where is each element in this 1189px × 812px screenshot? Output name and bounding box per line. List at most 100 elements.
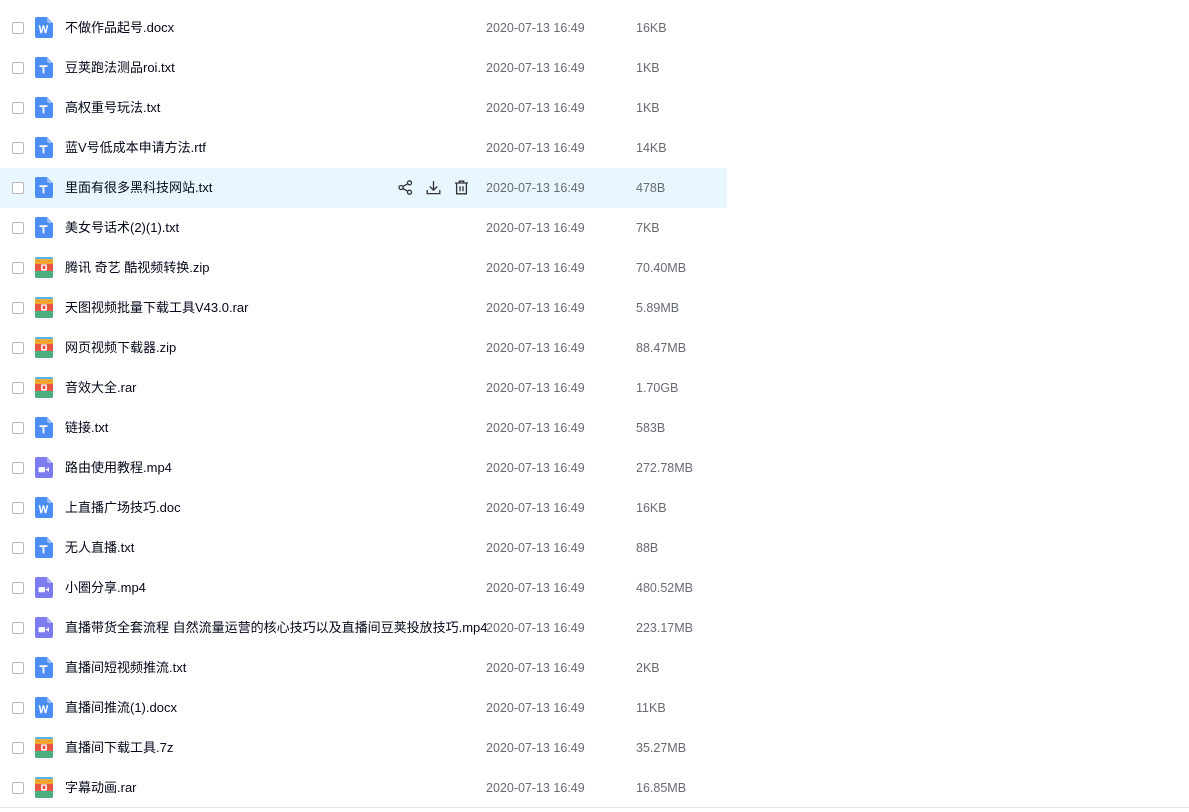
- video-file-icon: [35, 577, 53, 598]
- text-file-icon: [35, 417, 53, 438]
- file-row[interactable]: 高权重号玩法.txt 2020-07-13 16:49 1KB: [0, 88, 727, 128]
- word-doc-icon: [35, 497, 53, 518]
- file-modified-date: 2020-07-13 16:49: [486, 21, 585, 35]
- file-row[interactable]: 直播间短视频推流.txt 2020-07-13 16:49 2KB: [0, 648, 727, 688]
- row-checkbox[interactable]: [12, 422, 24, 434]
- file-name[interactable]: 天图视频批量下载工具V43.0.rar: [65, 299, 248, 317]
- file-modified-date: 2020-07-13 16:49: [486, 661, 585, 675]
- file-row[interactable]: 音效大全.rar 2020-07-13 16:49 1.70GB: [0, 368, 727, 408]
- file-modified-date: 2020-07-13 16:49: [486, 421, 585, 435]
- row-checkbox[interactable]: [12, 262, 24, 274]
- row-actions: [397, 179, 470, 196]
- file-name[interactable]: 字幕动画.rar: [65, 779, 137, 797]
- file-row[interactable]: 蓝V号低成本申请方法.rtf 2020-07-13 16:49 14KB: [0, 128, 727, 168]
- bottom-divider: [0, 807, 1189, 808]
- file-row[interactable]: 里面有很多黑科技网站.txt 2020-07-13 16:49 478B: [0, 168, 727, 208]
- file-row[interactable]: 无人直播.txt 2020-07-13 16:49 88B: [0, 528, 727, 568]
- video-file-icon: [35, 457, 53, 478]
- file-row[interactable]: 腾讯 奇艺 酷视频转换.zip 2020-07-13 16:49 70.40MB: [0, 248, 727, 288]
- file-row[interactable]: 小圈分享.mp4 2020-07-13 16:49 480.52MB: [0, 568, 727, 608]
- file-name[interactable]: 直播间下载工具.7z: [65, 739, 173, 757]
- row-checkbox[interactable]: [12, 222, 24, 234]
- archive-file-icon: [35, 337, 53, 358]
- file-name[interactable]: 直播间推流(1).docx: [65, 699, 177, 717]
- row-checkbox[interactable]: [12, 182, 24, 194]
- file-row[interactable]: 链接.txt 2020-07-13 16:49 583B: [0, 408, 727, 448]
- file-row[interactable]: 上直播广场技巧.doc 2020-07-13 16:49 16KB: [0, 488, 727, 528]
- row-checkbox[interactable]: [12, 62, 24, 74]
- file-name[interactable]: 直播带货全套流程 自然流量运营的核心技巧以及直播间豆荚投放技巧.mp4: [65, 619, 488, 637]
- file-modified-date: 2020-07-13 16:49: [486, 701, 585, 715]
- file-modified-date: 2020-07-13 16:49: [486, 341, 585, 355]
- file-name[interactable]: 网页视频下载器.zip: [65, 339, 176, 357]
- row-checkbox[interactable]: [12, 342, 24, 354]
- row-checkbox[interactable]: [12, 662, 24, 674]
- row-checkbox[interactable]: [12, 462, 24, 474]
- row-checkbox[interactable]: [12, 622, 24, 634]
- file-row[interactable]: 直播间下载工具.7z 2020-07-13 16:49 35.27MB: [0, 728, 727, 768]
- row-checkbox[interactable]: [12, 302, 24, 314]
- file-row[interactable]: 直播间推流(1).docx 2020-07-13 16:49 11KB: [0, 688, 727, 728]
- file-name[interactable]: 上直播广场技巧.doc: [65, 499, 181, 517]
- archive-file-icon: [35, 737, 53, 758]
- file-row[interactable]: 字幕动画.rar 2020-07-13 16:49 16.85MB: [0, 768, 727, 808]
- file-row[interactable]: 路由使用教程.mp4 2020-07-13 16:49 272.78MB: [0, 448, 727, 488]
- file-modified-date: 2020-07-13 16:49: [486, 381, 585, 395]
- share-icon[interactable]: [397, 179, 414, 196]
- file-row[interactable]: 直播带货全套流程 自然流量运营的核心技巧以及直播间豆荚投放技巧.mp4 2020-…: [0, 608, 727, 648]
- file-size: 5.89MB: [636, 301, 680, 315]
- file-name[interactable]: 无人直播.txt: [65, 539, 134, 557]
- row-checkbox[interactable]: [12, 142, 24, 154]
- file-size: 478B: [636, 181, 666, 195]
- row-checkbox[interactable]: [12, 742, 24, 754]
- file-row[interactable]: 不做作品起号.docx 2020-07-13 16:49 16KB: [0, 8, 727, 48]
- file-name[interactable]: 路由使用教程.mp4: [65, 459, 172, 477]
- row-checkbox[interactable]: [12, 102, 24, 114]
- file-name[interactable]: 美女号话术(2)(1).txt: [65, 219, 179, 237]
- file-name[interactable]: 小圈分享.mp4: [65, 579, 146, 597]
- text-file-icon: [35, 137, 53, 158]
- file-size: 480.52MB: [636, 581, 693, 595]
- file-row[interactable]: 美女号话术(2)(1).txt 2020-07-13 16:49 7KB: [0, 208, 727, 248]
- file-size: 223.17MB: [636, 621, 693, 635]
- row-checkbox[interactable]: [12, 782, 24, 794]
- row-checkbox[interactable]: [12, 582, 24, 594]
- file-size: 35.27MB: [636, 741, 687, 755]
- text-file-icon: [35, 97, 53, 118]
- archive-file-icon: [35, 297, 53, 318]
- text-file-icon: [35, 57, 53, 78]
- row-checkbox[interactable]: [12, 702, 24, 714]
- file-modified-date: 2020-07-13 16:49: [486, 621, 585, 635]
- file-modified-date: 2020-07-13 16:49: [486, 581, 585, 595]
- row-checkbox[interactable]: [12, 22, 24, 34]
- file-size: 1KB: [636, 61, 660, 75]
- file-name[interactable]: 里面有很多黑科技网站.txt: [65, 179, 212, 197]
- file-row[interactable]: 豆荚跑法测品roi.txt 2020-07-13 16:49 1KB: [0, 48, 727, 88]
- file-size: 583B: [636, 421, 666, 435]
- file-name[interactable]: 高权重号玩法.txt: [65, 99, 160, 117]
- file-name[interactable]: 链接.txt: [65, 419, 108, 437]
- file-list: 不做作品起号.docx 2020-07-13 16:49 16KB 豆荚跑法测品roi…: [0, 8, 727, 808]
- text-file-icon: [35, 537, 53, 558]
- row-checkbox[interactable]: [12, 502, 24, 514]
- file-row[interactable]: 天图视频批量下载工具V43.0.rar 2020-07-13 16:49 5.89M…: [0, 288, 727, 328]
- file-name[interactable]: 直播间短视频推流.txt: [65, 659, 186, 677]
- file-name[interactable]: 豆荚跑法测品roi.txt: [65, 59, 175, 77]
- file-name[interactable]: 不做作品起号.docx: [65, 19, 174, 37]
- file-name[interactable]: 音效大全.rar: [65, 379, 137, 397]
- row-checkbox[interactable]: [12, 542, 24, 554]
- delete-icon[interactable]: [453, 179, 470, 196]
- file-name[interactable]: 腾讯 奇艺 酷视频转换.zip: [65, 259, 209, 277]
- row-checkbox[interactable]: [12, 382, 24, 394]
- file-size: 1.70GB: [636, 381, 679, 395]
- file-modified-date: 2020-07-13 16:49: [486, 781, 585, 795]
- file-size: 14KB: [636, 141, 667, 155]
- file-modified-date: 2020-07-13 16:49: [486, 261, 585, 275]
- file-name[interactable]: 蓝V号低成本申请方法.rtf: [65, 139, 206, 157]
- file-size: 11KB: [636, 701, 666, 715]
- file-modified-date: 2020-07-13 16:49: [486, 141, 585, 155]
- file-modified-date: 2020-07-13 16:49: [486, 461, 585, 475]
- file-row[interactable]: 网页视频下载器.zip 2020-07-13 16:49 88.47MB: [0, 328, 727, 368]
- file-size: 16.85MB: [636, 781, 687, 795]
- download-icon[interactable]: [425, 179, 442, 196]
